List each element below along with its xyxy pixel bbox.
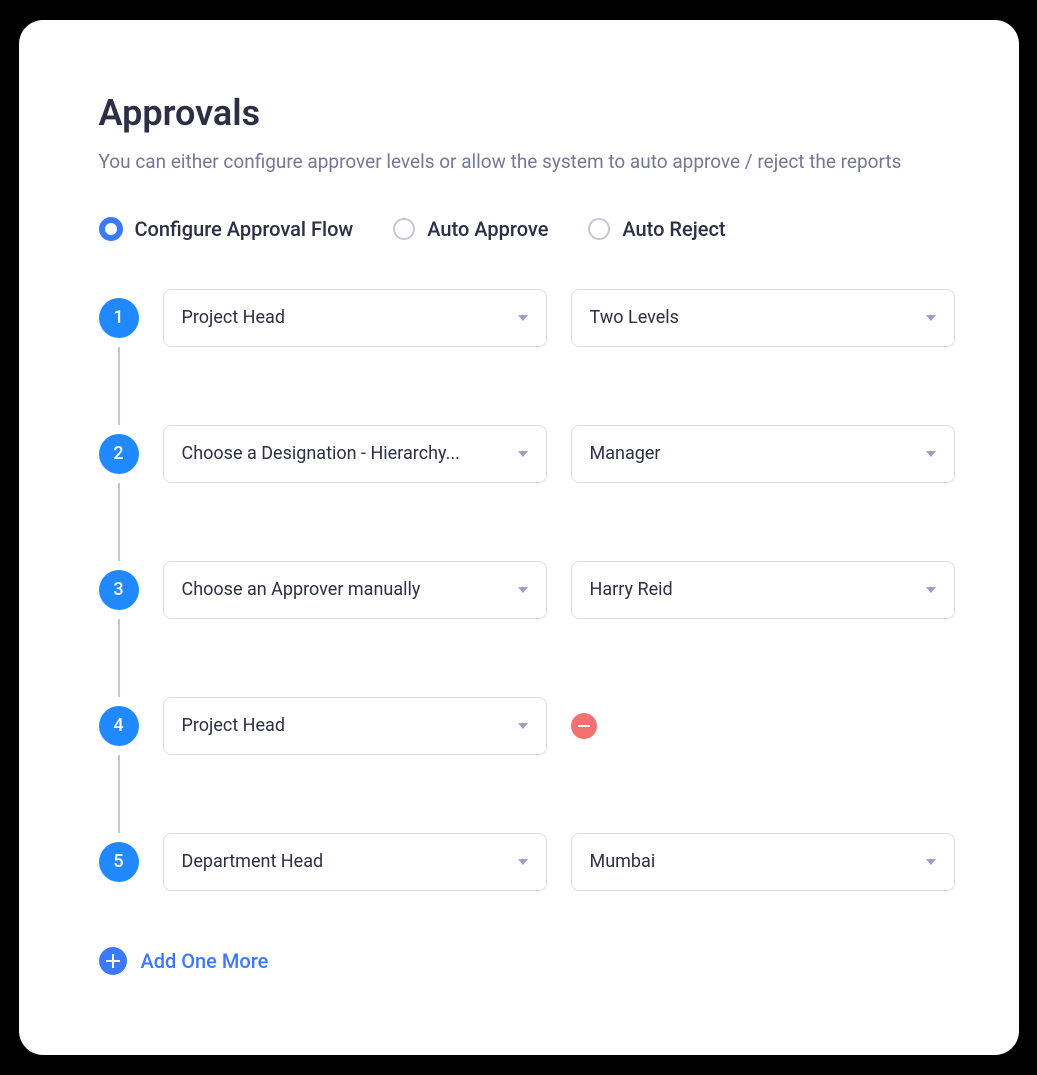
plus-icon — [99, 947, 127, 975]
dropdown-value: Choose a Designation - Hierarchy... — [182, 443, 460, 464]
radio-unselected-icon — [393, 218, 415, 240]
step-1-type-dropdown[interactable]: Project Head — [163, 289, 547, 347]
step-2-value-dropdown[interactable]: Manager — [571, 425, 955, 483]
chevron-down-icon — [518, 587, 528, 593]
page-title: Approvals — [99, 92, 939, 134]
step-connector — [99, 619, 139, 697]
approval-step-1: 1 Project Head Two Levels — [99, 289, 939, 347]
approval-step-3: 3 Choose an Approver manually Harry Reid — [99, 561, 939, 619]
radio-label: Auto Reject — [622, 217, 725, 241]
step-2-type-dropdown[interactable]: Choose a Designation - Hierarchy... — [163, 425, 547, 483]
approval-mode-radio-group: Configure Approval Flow Auto Approve Aut… — [99, 217, 939, 241]
approvals-card: Approvals You can either configure appro… — [19, 20, 1019, 1055]
step-connector — [99, 347, 139, 425]
radio-configure-approval-flow[interactable]: Configure Approval Flow — [99, 217, 354, 241]
chevron-down-icon — [926, 451, 936, 457]
dropdown-value: Project Head — [182, 715, 286, 736]
dropdown-value: Manager — [590, 443, 661, 464]
approval-step-4: 4 Project Head — [99, 697, 939, 755]
step-3-type-dropdown[interactable]: Choose an Approver manually — [163, 561, 547, 619]
step-number-badge: 3 — [99, 570, 139, 610]
approval-step-5: 5 Department Head Mumbai — [99, 833, 939, 891]
step-5-type-dropdown[interactable]: Department Head — [163, 833, 547, 891]
step-connector — [99, 483, 139, 561]
dropdown-value: Choose an Approver manually — [182, 579, 421, 600]
dropdown-value: Project Head — [182, 307, 286, 328]
chevron-down-icon — [518, 451, 528, 457]
step-number-badge: 2 — [99, 434, 139, 474]
dropdown-value: Mumbai — [590, 851, 656, 872]
add-one-more-button[interactable]: Add One More — [99, 947, 939, 975]
radio-label: Auto Approve — [427, 217, 548, 241]
step-3-value-dropdown[interactable]: Harry Reid — [571, 561, 955, 619]
chevron-down-icon — [926, 315, 936, 321]
approval-steps: 1 Project Head Two Levels 2 Choose a Des… — [99, 289, 939, 891]
dropdown-value: Harry Reid — [590, 579, 673, 600]
radio-auto-reject[interactable]: Auto Reject — [588, 217, 725, 241]
minus-icon — [578, 725, 590, 727]
step-number-badge: 4 — [99, 706, 139, 746]
chevron-down-icon — [518, 859, 528, 865]
step-number-badge: 5 — [99, 842, 139, 882]
dropdown-value: Department Head — [182, 851, 324, 872]
add-one-more-label: Add One More — [141, 949, 269, 973]
chevron-down-icon — [926, 587, 936, 593]
approval-step-2: 2 Choose a Designation - Hierarchy... Ma… — [99, 425, 939, 483]
step-connector — [99, 755, 139, 833]
chevron-down-icon — [518, 723, 528, 729]
step-4-type-dropdown[interactable]: Project Head — [163, 697, 547, 755]
step-1-value-dropdown[interactable]: Two Levels — [571, 289, 955, 347]
dropdown-value: Two Levels — [590, 307, 679, 328]
radio-selected-icon — [99, 217, 123, 241]
radio-label: Configure Approval Flow — [135, 217, 354, 241]
radio-auto-approve[interactable]: Auto Approve — [393, 217, 548, 241]
remove-step-button[interactable] — [571, 713, 597, 739]
radio-unselected-icon — [588, 218, 610, 240]
page-subtitle: You can either configure approver levels… — [99, 148, 939, 177]
step-number-badge: 1 — [99, 298, 139, 338]
chevron-down-icon — [926, 859, 936, 865]
step-5-value-dropdown[interactable]: Mumbai — [571, 833, 955, 891]
chevron-down-icon — [518, 315, 528, 321]
